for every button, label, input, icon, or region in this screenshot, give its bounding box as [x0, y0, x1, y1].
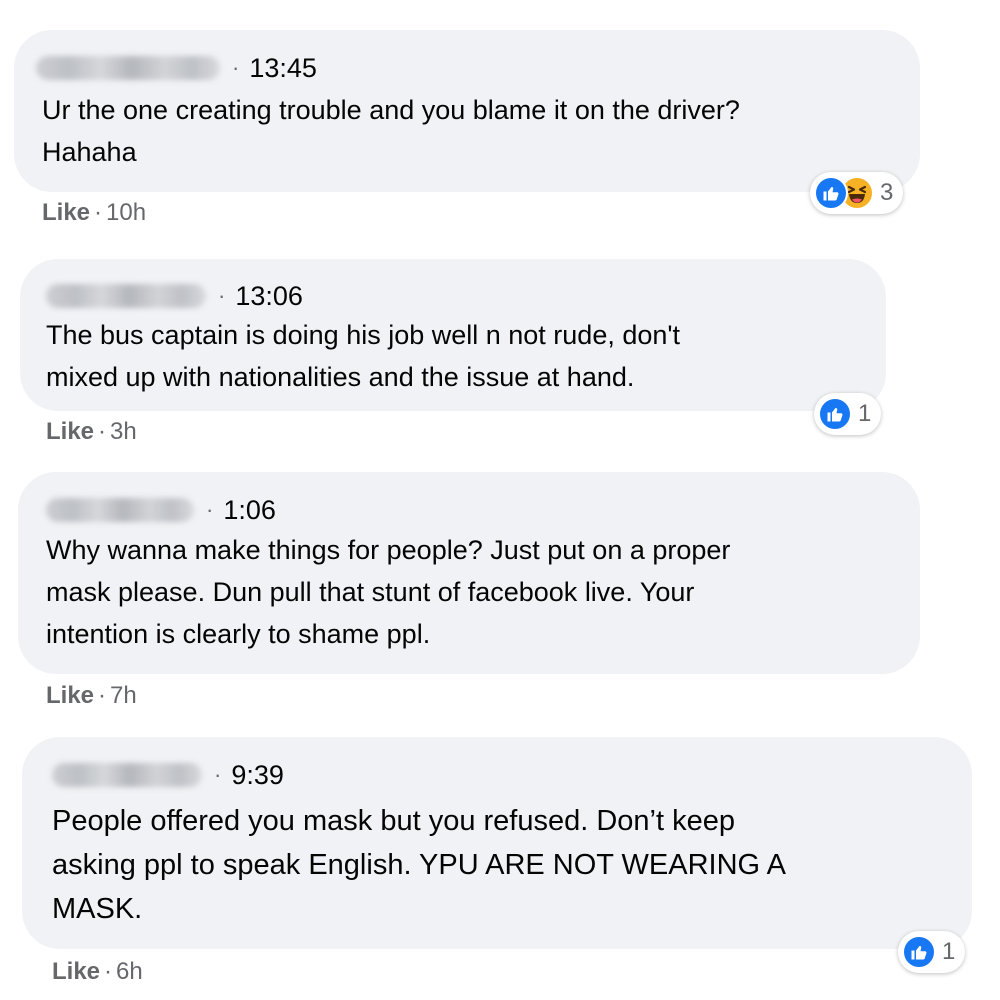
meta-separator: · [232, 55, 240, 80]
author-name-redacted[interactable] [52, 763, 202, 787]
action-separator: · [94, 199, 103, 226]
reaction-count: 1 [858, 400, 872, 427]
action-separator: · [104, 958, 113, 985]
comment-text: Ur the one creating trouble and you blam… [42, 89, 740, 173]
author-name-redacted[interactable] [46, 284, 206, 308]
like-button[interactable]: Like [52, 958, 100, 985]
comment-age[interactable]: 6h [116, 958, 143, 985]
like-button[interactable]: Like [42, 199, 90, 226]
action-separator: · [98, 418, 107, 445]
like-button[interactable]: Like [46, 418, 94, 445]
action-separator: · [98, 682, 107, 709]
author-name-redacted[interactable] [46, 498, 194, 522]
comment-text-line: People offered you mask but you refused.… [52, 805, 736, 837]
comment-time[interactable]: 13:06 [235, 281, 303, 311]
comment-time[interactable]: 13:45 [249, 53, 317, 83]
like-icon [814, 176, 848, 210]
comment-text-line: The bus captain is doing his job well n … [46, 320, 681, 350]
reactions-summary[interactable]: 1 [814, 393, 882, 435]
comment-text-line: mask please. Dun pull that stunt of face… [46, 577, 695, 607]
comment-thread: · 13:45 Ur the one creating trouble and … [0, 0, 1000, 1000]
like-button[interactable]: Like [46, 682, 94, 709]
comment-age[interactable]: 10h [106, 199, 146, 226]
comment-text-line: Hahaha [42, 137, 137, 167]
comment-text-line: mixed up with nationalities and the issu… [46, 362, 635, 392]
comment-time[interactable]: 9:39 [231, 760, 284, 790]
comment-time[interactable]: 1:06 [223, 495, 276, 525]
meta-separator: · [214, 762, 222, 787]
comment-age[interactable]: 3h [110, 418, 137, 445]
like-icon [818, 397, 852, 431]
reaction-count: 3 [880, 179, 894, 206]
comment-text-line: intention is clearly to shame ppl. [46, 619, 431, 649]
comment-text-line: Why wanna make things for people? Just p… [46, 535, 731, 565]
comment-text-line: Ur the one creating trouble and you blam… [42, 95, 740, 125]
meta-separator: · [218, 283, 226, 308]
reactions-summary[interactable]: 1 [898, 931, 966, 973]
reactions-summary[interactable]: 3 [810, 172, 904, 214]
reaction-count: 1 [942, 938, 956, 965]
comment-text: Why wanna make things for people? Just p… [46, 529, 730, 655]
author-name-redacted[interactable] [36, 56, 220, 80]
like-icon [902, 935, 936, 969]
comment-text: People offered you mask but you refused.… [52, 799, 786, 931]
comment-text-line: MASK. [52, 893, 143, 925]
comment-text: The bus captain is doing his job well n … [46, 314, 680, 398]
meta-separator: · [206, 497, 214, 522]
comment-age[interactable]: 7h [110, 682, 137, 709]
comment-text-line: asking ppl to speak English. YPU ARE NOT… [52, 849, 786, 881]
